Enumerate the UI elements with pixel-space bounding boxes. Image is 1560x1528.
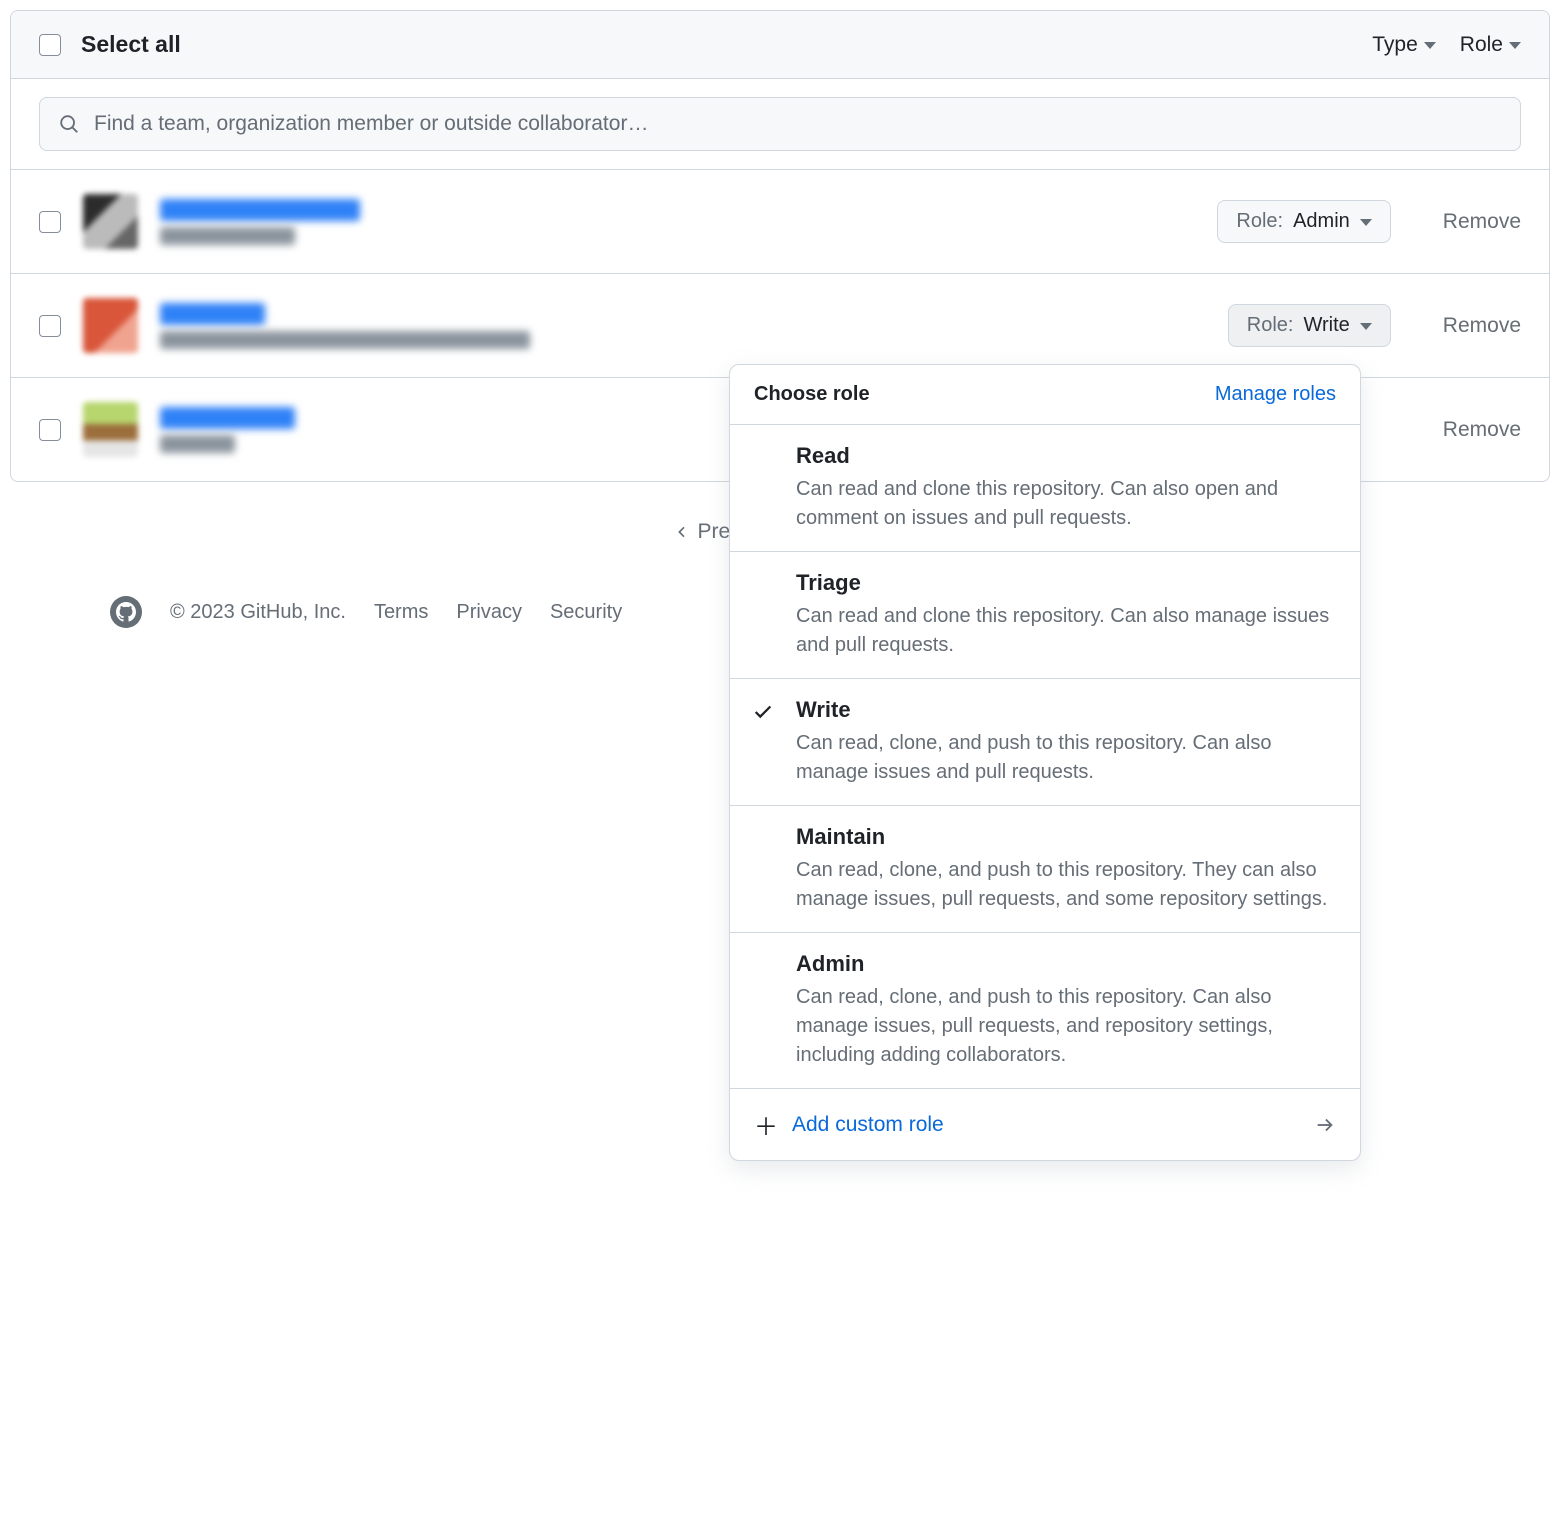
chevron-left-icon <box>674 524 690 540</box>
remove-button[interactable]: Remove <box>1443 314 1521 338</box>
avatar <box>83 402 138 457</box>
role-filter[interactable]: Role <box>1460 33 1521 57</box>
copyright: © 2023 GitHub, Inc. <box>170 601 346 624</box>
add-custom-role-label: Add custom role <box>792 1113 944 1137</box>
member-sub-redacted <box>160 435 235 453</box>
role-value: Admin <box>1293 210 1350 233</box>
role-option-name: Admin <box>796 951 1338 977</box>
check-icon <box>752 701 774 723</box>
role-filter-label: Role <box>1460 33 1503 57</box>
role-dropdown: Choose role Manage roles Read Can read a… <box>729 364 1361 1161</box>
role-option-desc: Can read and clone this repository. Can … <box>796 602 1338 660</box>
github-logo-icon <box>110 596 142 628</box>
type-filter[interactable]: Type <box>1372 33 1436 57</box>
role-option-write[interactable]: Write Can read, clone, and push to this … <box>730 679 1360 806</box>
avatar <box>83 298 138 353</box>
search-icon <box>58 113 80 135</box>
type-filter-label: Type <box>1372 33 1418 57</box>
caret-down-icon <box>1360 219 1372 226</box>
member-row: Role: Admin Remove <box>11 170 1549 274</box>
role-option-maintain[interactable]: Maintain Can read, clone, and push to th… <box>730 806 1360 933</box>
role-option-name: Maintain <box>796 824 1338 850</box>
role-value: Write <box>1303 314 1349 337</box>
member-name-redacted <box>160 303 265 325</box>
role-prefix: Role: <box>1236 210 1283 233</box>
select-all-checkbox[interactable] <box>39 34 61 56</box>
check-col <box>752 951 780 1070</box>
role-button[interactable]: Role: Admin <box>1217 200 1390 243</box>
footer-link-terms[interactable]: Terms <box>374 601 428 624</box>
member-checkbox[interactable] <box>39 315 61 337</box>
access-panel: Select all Type Role Role: <box>10 10 1550 482</box>
footer-link-privacy[interactable]: Privacy <box>456 601 522 624</box>
role-option-desc: Can read and clone this repository. Can … <box>796 475 1338 533</box>
manage-roles-link[interactable]: Manage roles <box>1215 383 1336 406</box>
role-prefix: Role: <box>1247 314 1294 337</box>
member-row-wrapper: Role: Write Remove Choose role Manage ro… <box>11 274 1549 378</box>
remove-button[interactable]: Remove <box>1443 210 1521 234</box>
search-box[interactable] <box>39 97 1521 151</box>
role-option-read[interactable]: Read Can read and clone this repository.… <box>730 425 1360 552</box>
role-option-desc: Can read, clone, and push to this reposi… <box>796 983 1338 1070</box>
caret-down-icon <box>1509 42 1521 49</box>
member-checkbox[interactable] <box>39 211 61 233</box>
check-col <box>752 824 780 914</box>
add-custom-role[interactable]: ＋ Add custom role <box>730 1089 1360 1160</box>
member-info <box>160 303 1206 349</box>
remove-button[interactable]: Remove <box>1443 418 1521 442</box>
member-name-redacted <box>160 407 295 429</box>
role-option-name: Write <box>796 697 1338 723</box>
member-sub-redacted <box>160 227 295 245</box>
role-option-name: Read <box>796 443 1338 469</box>
check-col <box>752 697 780 787</box>
arrow-right-icon <box>1314 1114 1336 1136</box>
avatar <box>83 194 138 249</box>
member-sub-redacted <box>160 331 530 349</box>
role-option-admin[interactable]: Admin Can read, clone, and push to this … <box>730 933 1360 1089</box>
role-button[interactable]: Role: Write <box>1228 304 1391 347</box>
check-col <box>752 570 780 660</box>
check-col <box>752 443 780 533</box>
dropdown-header: Choose role Manage roles <box>730 365 1360 425</box>
footer-link-security[interactable]: Security <box>550 601 622 624</box>
member-row: Role: Write Remove <box>11 274 1549 378</box>
member-checkbox[interactable] <box>39 419 61 441</box>
caret-down-icon <box>1360 323 1372 330</box>
role-option-desc: Can read, clone, and push to this reposi… <box>796 729 1338 787</box>
role-option-triage[interactable]: Triage Can read and clone this repositor… <box>730 552 1360 679</box>
caret-down-icon <box>1424 42 1436 49</box>
search-row <box>11 79 1549 170</box>
role-option-desc: Can read, clone, and push to this reposi… <box>796 856 1338 914</box>
member-info <box>160 199 1195 245</box>
plus-icon: ＋ <box>754 1107 778 1142</box>
role-option-name: Triage <box>796 570 1338 596</box>
dropdown-title: Choose role <box>754 383 870 406</box>
search-input[interactable] <box>92 111 1502 137</box>
filter-group: Type Role <box>1372 33 1521 57</box>
member-name-redacted <box>160 199 360 221</box>
panel-header: Select all Type Role <box>11 11 1549 79</box>
select-all-label: Select all <box>81 31 1352 58</box>
